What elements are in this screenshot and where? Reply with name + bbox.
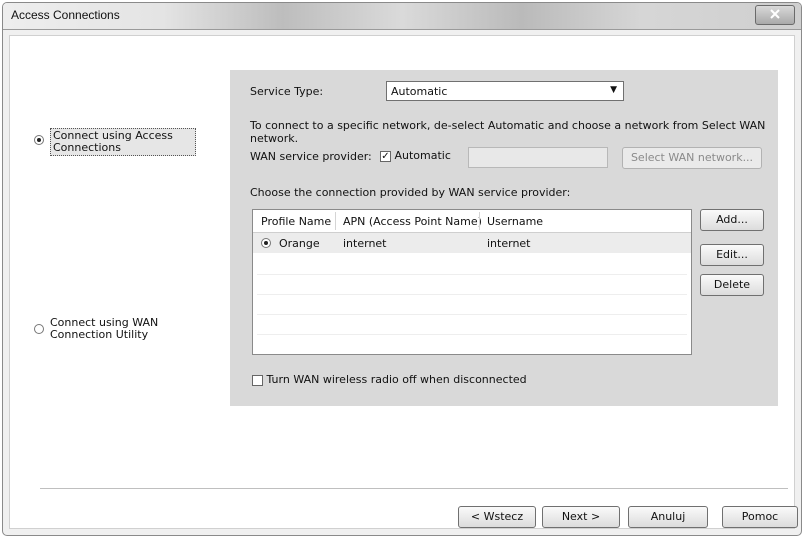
close-icon <box>770 8 780 22</box>
delete-button[interactable]: Delete <box>700 274 764 296</box>
back-button[interactable]: < Wstecz <box>458 506 536 528</box>
content-area: Connect using Access Connections Connect … <box>9 35 798 529</box>
option-wan-utility-label: Connect using WAN Connection Utility <box>50 316 159 341</box>
chevron-down-icon: ▼ <box>610 85 617 95</box>
cancel-button[interactable]: Anuluj <box>628 506 708 528</box>
wan-network-field <box>468 147 608 168</box>
option-access-connections[interactable]: Connect using Access Connections <box>34 128 196 156</box>
service-type-select[interactable]: Automatic ▼ <box>386 81 624 101</box>
wan-provider-label: WAN service provider: <box>250 150 372 163</box>
access-connections-radio[interactable] <box>34 135 44 145</box>
service-type-label: Service Type: <box>250 85 324 98</box>
table-row[interactable]: Orange internet internet <box>253 233 691 253</box>
turn-off-checkbox[interactable] <box>252 374 263 386</box>
turn-off-radio-group[interactable]: Turn WAN wireless radio off when disconn… <box>252 373 527 386</box>
column-username[interactable]: Username <box>487 215 543 228</box>
access-connections-window: Access Connections Connect using Access C… <box>2 2 802 536</box>
table-header: Profile Name APN (Access Point Name) Use… <box>253 210 691 233</box>
info-text: To connect to a specific network, de-sel… <box>250 119 766 145</box>
automatic-checkbox-group[interactable]: ✓ Automatic <box>380 149 451 162</box>
footer-separator <box>40 488 788 489</box>
settings-panel: Service Type: Automatic ▼ To connect to … <box>230 70 778 406</box>
option-wan-connection-utility[interactable]: Connect using WAN Connection Utility <box>34 317 158 341</box>
column-profile-name[interactable]: Profile Name <box>261 215 331 228</box>
next-button[interactable]: Next > <box>542 506 620 528</box>
wan-utility-radio[interactable] <box>34 324 44 334</box>
add-button[interactable]: Add... <box>700 209 764 231</box>
apn-cell: internet <box>343 237 387 250</box>
edit-button[interactable]: Edit... <box>700 244 764 266</box>
username-cell: internet <box>487 237 531 250</box>
profiles-table: Profile Name APN (Access Point Name) Use… <box>252 209 692 355</box>
help-button[interactable]: Pomoc <box>722 506 798 528</box>
choose-connection-label: Choose the connection provided by WAN se… <box>250 186 571 199</box>
select-wan-network-button[interactable]: Select WAN network... <box>622 147 762 169</box>
turn-off-label: Turn WAN wireless radio off when disconn… <box>266 373 527 386</box>
option-access-connections-label: Connect using Access Connections <box>50 128 196 156</box>
close-button[interactable] <box>755 5 795 25</box>
window-title: Access Connections <box>11 8 120 22</box>
automatic-checkbox-label: Automatic <box>394 149 451 162</box>
title-bar[interactable]: Access Connections <box>3 3 801 30</box>
profile-name-cell: Orange <box>279 237 320 250</box>
profile-radio[interactable] <box>261 238 271 248</box>
automatic-checkbox[interactable]: ✓ <box>380 150 391 162</box>
column-apn[interactable]: APN (Access Point Name) <box>343 215 482 228</box>
service-type-value: Automatic <box>391 85 448 98</box>
